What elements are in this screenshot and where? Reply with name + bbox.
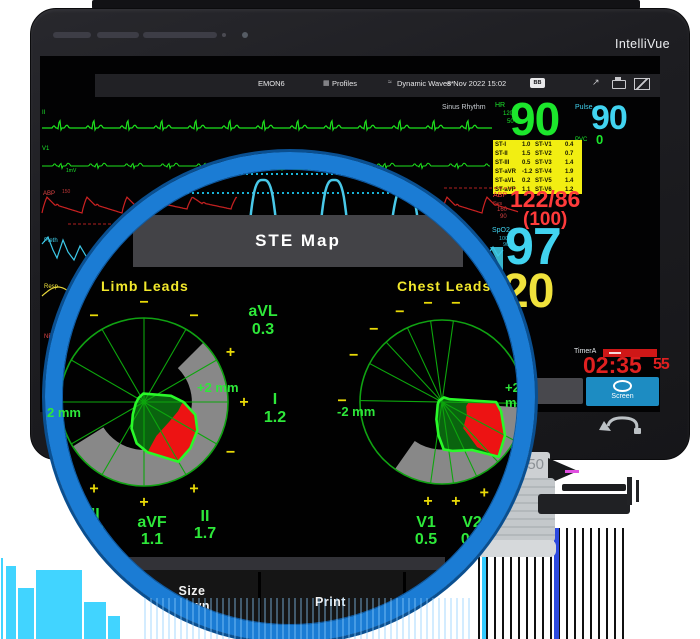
camera-dot [242,32,248,38]
key-divider [403,572,406,639]
lead-label-iii: III [73,507,113,523]
ste-map-title: STE Map [133,215,463,267]
size-down-button[interactable]: Size [147,584,237,598]
lead-label-v1: V1 [406,515,446,531]
limb-leads-title: Limb Leads [101,278,189,294]
ambient-sensor-dot [222,33,226,37]
bezel-label-bar [53,32,91,38]
rhythm-label: Sinus Rhythm [442,104,486,112]
artifact-magenta [565,470,579,473]
mount-pin [636,480,639,502]
bezel-label-bar [143,32,217,38]
lead-value-v1: 0.5 [406,532,446,548]
lead-label-i: I [255,392,295,408]
print-button[interactable]: Print [283,595,378,609]
svg-text:−: − [226,442,235,460]
svg-text:+: + [424,492,433,510]
svg-text:+: + [226,343,235,361]
artifact-cyan [6,566,16,639]
lead-label-avl: aVL [243,304,283,320]
mount-arm [562,484,626,491]
svg-text:−: − [189,306,198,324]
artifact-cyan [108,616,120,639]
svg-text:+: + [189,479,198,497]
lead-value-iii: 0.6 [73,524,113,540]
mount-handle[interactable] [538,494,630,514]
wave-label-ecg1[interactable]: II [42,110,45,117]
chest-leads-title: Chest Leads [397,278,491,294]
key-divider [258,572,261,639]
magnifier-content: ++++++−−−−++++++−−−−−− STE Map Limb Lead… [45,152,535,639]
artifact-cyan [36,570,82,639]
svg-text:+: + [480,483,489,501]
artifact-cyan [18,588,34,639]
svg-text:+: + [451,492,460,510]
lead-value-i: 1.2 [255,410,295,426]
ste-map-titlebar[interactable]: STE Map [133,215,463,267]
svg-text:+: + [506,466,515,484]
bezel-label-bar [97,32,139,38]
lead-value-v2: 0.8 [452,532,492,548]
svg-text:+: + [53,343,62,361]
lead-value-avl: 0.3 [243,322,283,338]
radar-chart: + + + + + + − − − − [53,293,249,511]
chest-threshold-minus: -2 mm [337,404,375,419]
size-down-button-line2[interactable]: Down [147,599,237,613]
svg-text:+: + [239,393,248,411]
artifact-cyan [1,558,3,639]
lead-value-ii: 1.7 [185,526,225,542]
brand-logo: IntelliVue [586,37,670,51]
mount-pin [627,477,632,505]
svg-text:+: + [90,479,99,497]
svg-text:−: − [424,293,433,311]
ste-map-footer-strip [100,557,445,570]
artifact-cyan [84,602,106,639]
svg-text:−: − [451,293,460,311]
gesture-icon [596,408,648,442]
lead-label-v2: V2 [452,515,492,531]
svg-text:+: + [526,439,535,457]
limb-threshold-plus: +2 mm [197,380,239,395]
svg-text:−: − [369,319,378,337]
svg-text:+: + [139,492,148,510]
svg-text:−: − [349,346,358,364]
scene: IntelliVue EMON6 ▦ Profiles ≈ Dynamic Wa… [0,0,700,639]
chest-threshold-plus: +2 mm [505,380,535,410]
svg-text:−: − [395,302,404,320]
limb-threshold-minus: 2 mm [47,405,81,420]
svg-text:−: − [90,306,99,324]
lead-label-ii: II [185,509,225,525]
lead-value-avf: 1.1 [130,532,174,548]
lead-label-avf: aVF [130,515,174,531]
key-divider [127,572,130,639]
svg-text:−: − [139,293,148,311]
